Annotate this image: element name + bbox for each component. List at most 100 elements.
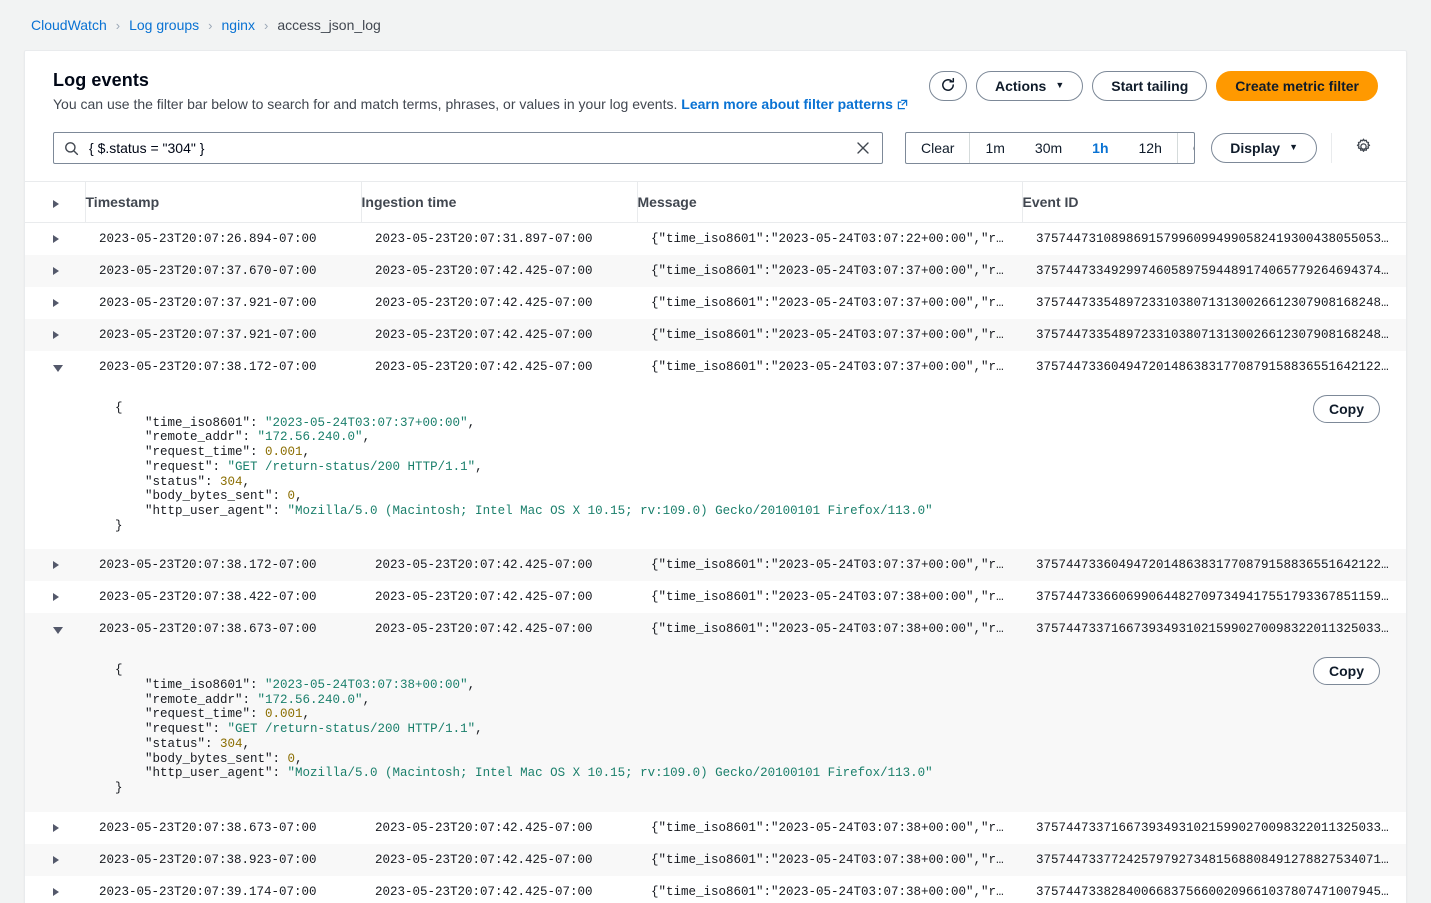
- custom-time-range-button[interactable]: Custom: [1177, 133, 1195, 163]
- cell-message: {"time_iso8601":"2023-05-24T03:07:37+00:…: [637, 351, 1022, 383]
- cell-timestamp: 2023-05-23T20:07:38.172-07:00: [85, 351, 361, 383]
- cell-event-id: 3757447310898691579960994990582419300438…: [1022, 223, 1407, 256]
- row-expand-toggle[interactable]: [25, 581, 85, 613]
- chevron-down-icon: ▼: [1055, 81, 1064, 90]
- breadcrumb-item-cloudwatch[interactable]: CloudWatch: [31, 17, 107, 33]
- triangle-right-icon: [53, 299, 59, 307]
- triangle-right-icon: [53, 824, 59, 832]
- cell-ingestion-time: 2023-05-23T20:07:42.425-07:00: [361, 844, 637, 876]
- json-value-status: 304: [220, 475, 243, 489]
- page-title: Log events: [53, 70, 908, 91]
- start-tailing-button[interactable]: Start tailing: [1092, 71, 1207, 101]
- json-value-http_user_agent: "Mozilla/5.0 (Macintosh; Intel Mac OS X …: [288, 766, 933, 780]
- header-actions: Actions ▼ Start tailing Create metric fi…: [929, 68, 1378, 101]
- cell-message: {"time_iso8601":"2023-05-24T03:07:22+00:…: [637, 223, 1022, 256]
- row-expand-toggle[interactable]: [25, 287, 85, 319]
- table-row[interactable]: 2023-05-23T20:07:38.172-07:002023-05-23T…: [25, 351, 1407, 383]
- cell-ingestion-time: 2023-05-23T20:07:42.425-07:00: [361, 287, 637, 319]
- table-row[interactable]: 2023-05-23T20:07:26.894-07:002023-05-23T…: [25, 223, 1407, 256]
- column-header-timestamp[interactable]: Timestamp: [85, 182, 361, 223]
- event-json-body: { "time_iso8601": "2023-05-24T03:07:38+0…: [115, 663, 1380, 795]
- learn-more-link[interactable]: Learn more about filter patterns: [681, 96, 908, 112]
- table-row[interactable]: 2023-05-23T20:07:38.422-07:002023-05-23T…: [25, 581, 1407, 613]
- table-row[interactable]: 2023-05-23T20:07:38.673-07:002023-05-23T…: [25, 613, 1407, 645]
- log-events-card: Log events You can use the filter bar be…: [24, 50, 1407, 903]
- create-metric-filter-button[interactable]: Create metric filter: [1216, 71, 1378, 101]
- json-value-body_bytes_sent: 0: [288, 752, 296, 766]
- cell-message: {"time_iso8601":"2023-05-24T03:07:38+00:…: [637, 812, 1022, 844]
- table-header: Timestamp Ingestion time Message Event I…: [25, 182, 1407, 223]
- cell-message: {"time_iso8601":"2023-05-24T03:07:38+00:…: [637, 581, 1022, 613]
- row-expand-toggle[interactable]: [25, 319, 85, 351]
- actions-label: Actions: [995, 78, 1046, 94]
- row-expand-toggle[interactable]: [25, 255, 85, 287]
- row-expand-toggle[interactable]: [25, 351, 85, 383]
- filter-search-box[interactable]: [53, 132, 883, 164]
- gear-icon: [1355, 138, 1372, 158]
- time-range-1h[interactable]: 1h: [1077, 133, 1123, 163]
- row-expand-toggle[interactable]: [25, 844, 85, 876]
- learn-more-label: Learn more about filter patterns: [681, 96, 893, 112]
- json-value-request_time: 0.001: [265, 707, 303, 721]
- cell-event-id: 3757447335489723310380713130026612307908…: [1022, 287, 1407, 319]
- breadcrumb-item-log-groups[interactable]: Log groups: [129, 17, 199, 33]
- clear-time-button[interactable]: Clear: [906, 133, 969, 163]
- column-header-event-id[interactable]: Event ID: [1022, 182, 1407, 223]
- triangle-right-icon: [53, 267, 59, 275]
- column-header-toggle[interactable]: [25, 182, 85, 223]
- row-expand-toggle[interactable]: [25, 876, 85, 903]
- cell-message: {"time_iso8601":"2023-05-24T03:07:37+00:…: [637, 549, 1022, 581]
- cell-ingestion-time: 2023-05-23T20:07:42.425-07:00: [361, 319, 637, 351]
- search-input[interactable]: [87, 134, 852, 162]
- copy-button[interactable]: Copy: [1313, 657, 1380, 685]
- table-row[interactable]: 2023-05-23T20:07:37.921-07:002023-05-23T…: [25, 287, 1407, 319]
- detail-inner: { "time_iso8601": "2023-05-24T03:07:38+0…: [25, 645, 1407, 811]
- triangle-right-icon: [53, 561, 59, 569]
- cell-ingestion-time: 2023-05-23T20:07:42.425-07:00: [361, 549, 637, 581]
- cell-timestamp: 2023-05-23T20:07:39.174-07:00: [85, 876, 361, 903]
- row-expand-toggle[interactable]: [25, 549, 85, 581]
- cell-event-id: 3757447336606990644827097349417551793367…: [1022, 581, 1407, 613]
- table-row[interactable]: 2023-05-23T20:07:38.172-07:002023-05-23T…: [25, 549, 1407, 581]
- row-expand-toggle[interactable]: [25, 812, 85, 844]
- cell-ingestion-time: 2023-05-23T20:07:42.425-07:00: [361, 613, 637, 645]
- time-range-group: Clear 1m 30m 1h 12h Custom: [905, 132, 1195, 164]
- cell-ingestion-time: 2023-05-23T20:07:42.425-07:00: [361, 351, 637, 383]
- json-value-remote_addr: "172.56.240.0": [258, 430, 363, 444]
- table-row[interactable]: 2023-05-23T20:07:37.670-07:002023-05-23T…: [25, 255, 1407, 287]
- cell-ingestion-time: 2023-05-23T20:07:42.425-07:00: [361, 812, 637, 844]
- log-events-table: Timestamp Ingestion time Message Event I…: [25, 182, 1407, 903]
- cell-message: {"time_iso8601":"2023-05-24T03:07:38+00:…: [637, 876, 1022, 903]
- column-header-ingestion-time[interactable]: Ingestion time: [361, 182, 637, 223]
- search-icon: [64, 141, 79, 156]
- row-expand-toggle[interactable]: [25, 613, 85, 645]
- table-row[interactable]: 2023-05-23T20:07:38.673-07:002023-05-23T…: [25, 812, 1407, 844]
- display-dropdown-button[interactable]: Display ▼: [1211, 133, 1317, 163]
- log-events-table-wrapper: Timestamp Ingestion time Message Event I…: [25, 181, 1406, 903]
- cell-timestamp: 2023-05-23T20:07:26.894-07:00: [85, 223, 361, 256]
- actions-dropdown-button[interactable]: Actions ▼: [976, 71, 1083, 101]
- time-range-30m[interactable]: 30m: [1020, 133, 1077, 163]
- row-expand-toggle[interactable]: [25, 223, 85, 256]
- breadcrumb-item-nginx[interactable]: nginx: [222, 17, 255, 33]
- page-description-text: You can use the filter bar below to sear…: [53, 96, 677, 112]
- time-range-1m[interactable]: 1m: [969, 133, 1019, 163]
- refresh-button[interactable]: [929, 71, 967, 101]
- expand-all-triangle-icon: [53, 200, 59, 208]
- settings-group: [1331, 133, 1378, 163]
- copy-button[interactable]: Copy: [1313, 395, 1380, 423]
- cell-event-id: 3757447334929974605897594489174065779264…: [1022, 255, 1407, 287]
- clear-search-icon[interactable]: [852, 137, 874, 159]
- cell-event-id: 3757447336049472014863831770879158836551…: [1022, 549, 1407, 581]
- settings-button[interactable]: [1348, 133, 1378, 163]
- table-row[interactable]: 2023-05-23T20:07:38.923-07:002023-05-23T…: [25, 844, 1407, 876]
- json-value-time_iso8601: "2023-05-24T03:07:38+00:00": [265, 678, 468, 692]
- column-header-message[interactable]: Message: [637, 182, 1022, 223]
- time-range-12h[interactable]: 12h: [1124, 133, 1177, 163]
- table-row[interactable]: 2023-05-23T20:07:39.174-07:002023-05-23T…: [25, 876, 1407, 903]
- json-value-request: "GET /return-status/200 HTTP/1.1": [228, 722, 476, 736]
- table-row[interactable]: 2023-05-23T20:07:37.921-07:002023-05-23T…: [25, 319, 1407, 351]
- cell-event-id: 3757447337166739349310215990270098322011…: [1022, 613, 1407, 645]
- cell-timestamp: 2023-05-23T20:07:37.921-07:00: [85, 287, 361, 319]
- detail-cell: { "time_iso8601": "2023-05-24T03:07:38+0…: [25, 645, 1407, 811]
